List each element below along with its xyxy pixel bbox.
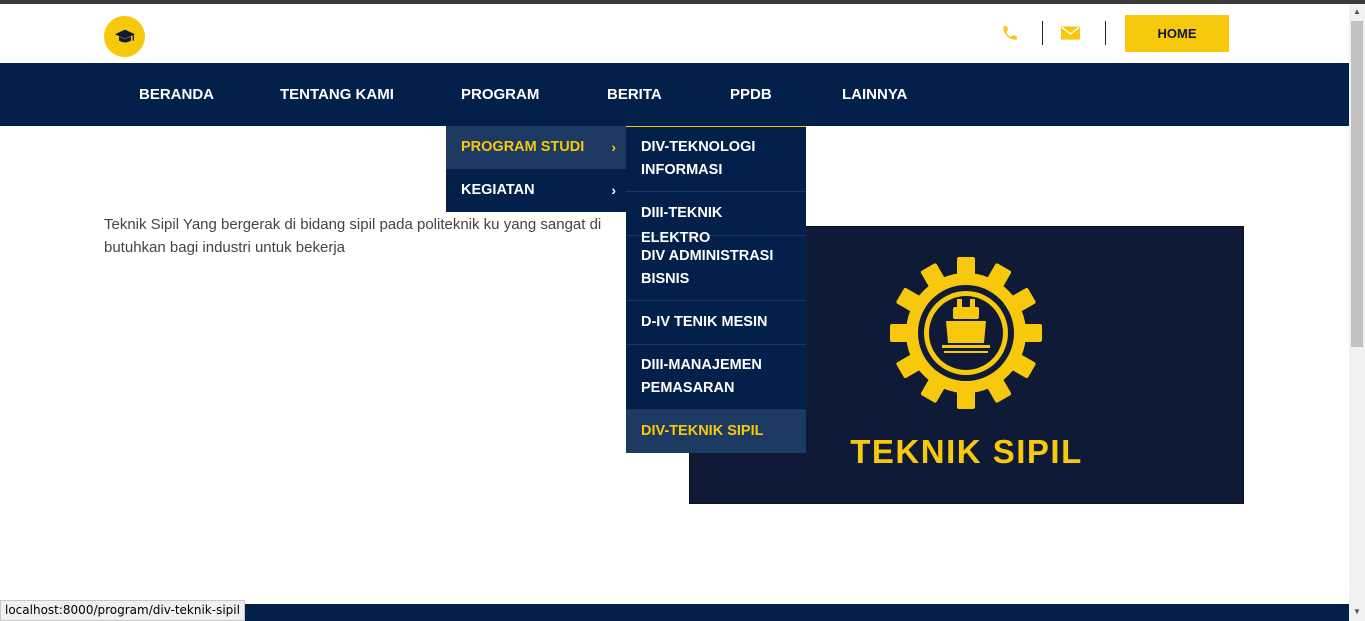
submenu-item-diii-manajemen-pemasaran[interactable]: DIII-MANAJEMEN PEMASARAN xyxy=(626,345,806,410)
nav-item-berita[interactable]: BERITA xyxy=(607,63,662,126)
phone-icon[interactable] xyxy=(1001,24,1019,42)
dropdown-item-program-studi[interactable]: PROGRAM STUDI › xyxy=(446,126,626,169)
main-navbar: BERANDA TENTANG KAMI PROGRAM BERITA PPDB… xyxy=(0,63,1349,126)
nav-item-tentang-kami[interactable]: TENTANG KAMI xyxy=(280,63,394,126)
nav-item-program[interactable]: PROGRAM xyxy=(461,63,539,126)
top-header: HOME xyxy=(0,4,1349,63)
header-separator xyxy=(1105,21,1106,45)
home-button[interactable]: HOME xyxy=(1125,15,1229,52)
submenu-item-diii-teknik-elektro[interactable]: DIII-TEKNIK ELEKTRO xyxy=(626,192,806,246)
nav-item-lainnya[interactable]: LAINNYA xyxy=(842,63,907,126)
program-description: Teknik Sipil Yang bergerak di bidang sip… xyxy=(104,216,602,256)
submenu-item-d-iv-tenik-mesin[interactable]: D-IV TENIK MESIN xyxy=(626,301,806,345)
chevron-right-icon: › xyxy=(611,182,616,198)
submenu-item-div-teknik-sipil[interactable]: DIV-TEKNIK SIPIL xyxy=(626,410,806,453)
scroll-down-arrow-icon[interactable]: ▼ xyxy=(1349,604,1365,620)
program-studi-submenu: DIV-TEKNOLOGI INFORMASI DIII-TEKNIK ELEK… xyxy=(626,126,806,453)
dropdown-item-kegiatan[interactable]: KEGIATAN › xyxy=(446,169,626,212)
site-logo[interactable] xyxy=(104,16,145,57)
graduation-cap-icon xyxy=(114,29,135,42)
scroll-thumb[interactable] xyxy=(1351,21,1363,347)
dropdown-item-label: PROGRAM STUDI xyxy=(461,139,585,155)
program-dropdown: PROGRAM STUDI › KEGIATAN › xyxy=(446,126,626,212)
nav-item-beranda[interactable]: BERANDA xyxy=(139,63,214,126)
submenu-item-div-teknologi-informasi[interactable]: DIV-TEKNOLOGI INFORMASI xyxy=(626,127,806,192)
nav-item-ppdb[interactable]: PPDB xyxy=(730,63,772,126)
submenu-item-div-administrasi-bisnis[interactable]: DIV ADMINISTRASI BISNIS xyxy=(626,236,806,301)
envelope-icon[interactable] xyxy=(1061,26,1080,40)
chevron-right-icon: › xyxy=(611,139,616,155)
page-scrollbar[interactable]: ▲ ▼ xyxy=(1349,4,1365,621)
dropdown-item-label: KEGIATAN xyxy=(461,182,535,198)
scroll-up-arrow-icon[interactable]: ▲ xyxy=(1349,4,1365,20)
header-separator xyxy=(1042,21,1043,45)
status-bar-url: localhost:8000/program/div-teknik-sipil xyxy=(0,600,245,621)
